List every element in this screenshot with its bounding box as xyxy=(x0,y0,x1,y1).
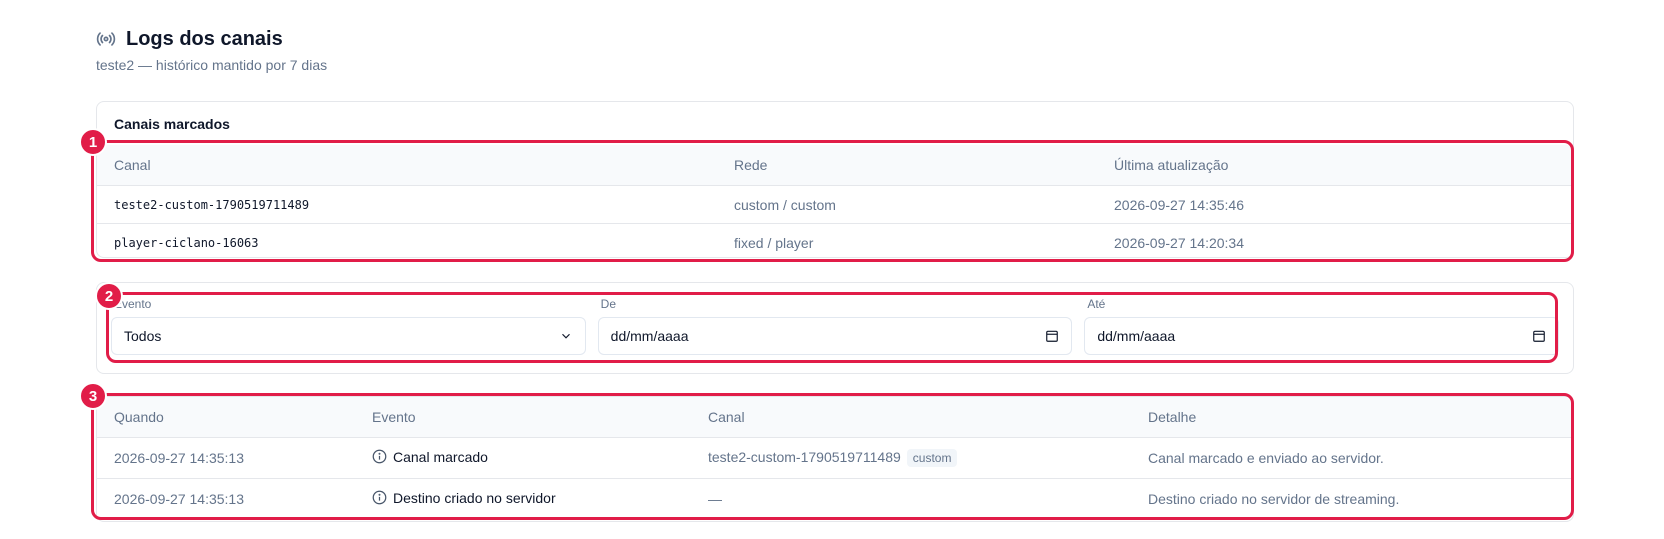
logs-table: Quando Evento Canal Detalhe 2026-09-27 1… xyxy=(97,397,1573,519)
column-header-canal: Canal xyxy=(114,157,151,173)
log-when: 2026-09-27 14:35:13 xyxy=(114,450,244,466)
channel-network: fixed / player xyxy=(734,234,814,251)
broadcast-icon xyxy=(96,29,116,49)
event-select[interactable]: Todos xyxy=(111,317,586,355)
table-row: 2026-09-27 14:35:13 Canal marcado teste2… xyxy=(97,438,1573,479)
info-icon xyxy=(372,490,387,505)
log-detail: Canal marcado e enviado ao servidor. xyxy=(1148,450,1384,466)
marked-channels-table: Canal Rede Última atualização teste2-cus… xyxy=(97,145,1573,261)
log-channel: teste2-custom-1790519711489 custom xyxy=(691,449,1131,467)
from-date-input[interactable]: dd/mm/aaaa xyxy=(597,317,1073,355)
channel-name: teste2-custom-1790519711489 xyxy=(114,197,310,212)
to-date-label: Até xyxy=(1087,297,1106,311)
event-filter-label: Evento xyxy=(114,297,152,311)
column-header-quando: Quando xyxy=(114,409,164,425)
column-header-evento: Evento xyxy=(372,409,416,425)
from-date-filter: De dd/mm/aaaa xyxy=(597,295,1073,363)
marked-channels-card: Canais marcados Canal Rede Última atuali… xyxy=(96,101,1574,258)
filters-row: Evento Todos De dd/mm/aaaa Até dd/mm/aaa… xyxy=(111,295,1560,363)
column-header-canal: Canal xyxy=(708,409,745,425)
to-date-filter: Até dd/mm/aaaa xyxy=(1084,295,1560,363)
logs-card: Quando Evento Canal Detalhe 2026-09-27 1… xyxy=(96,396,1574,522)
network-chip: custom xyxy=(906,449,958,467)
calendar-icon[interactable] xyxy=(1532,329,1546,343)
to-date-placeholder: dd/mm/aaaa xyxy=(1097,328,1176,344)
table-row: 2026-09-27 14:35:13 Destino criado no se… xyxy=(97,479,1573,519)
event-filter: Evento Todos xyxy=(111,295,586,363)
marked-channels-title: Canais marcados xyxy=(114,116,230,132)
annotation-badge-1: 1 xyxy=(79,128,107,156)
channel-updated: 2026-09-27 14:35:46 xyxy=(1114,196,1244,213)
column-header-detalhe: Detalhe xyxy=(1148,409,1197,425)
from-date-label: De xyxy=(600,297,617,311)
log-event-label: Destino criado no servidor xyxy=(393,489,556,506)
info-icon xyxy=(372,449,387,464)
column-header-ultima-atualizacao: Última atualização xyxy=(1114,157,1229,173)
column-header-rede: Rede xyxy=(734,157,768,173)
table-header: Canal Rede Última atualização xyxy=(97,145,1573,186)
channel-network: custom / custom xyxy=(734,196,836,213)
log-event: Canal marcado xyxy=(355,449,691,468)
channel-updated: 2026-09-27 14:20:34 xyxy=(1114,234,1244,251)
to-date-input[interactable]: dd/mm/aaaa xyxy=(1084,317,1560,355)
calendar-icon[interactable] xyxy=(1045,329,1059,343)
from-date-placeholder: dd/mm/aaaa xyxy=(610,328,689,344)
log-event-label: Canal marcado xyxy=(393,448,488,465)
page-title: Logs dos canais xyxy=(126,27,283,50)
chevron-down-icon xyxy=(559,329,573,343)
page-header: Logs dos canais xyxy=(96,24,283,54)
annotation-badge-2: 2 xyxy=(95,282,123,310)
log-when: 2026-09-27 14:35:13 xyxy=(114,491,244,507)
log-channel-name: teste2-custom-1790519711489 xyxy=(708,449,901,465)
log-detail: Destino criado no servidor de streaming. xyxy=(1148,491,1400,507)
log-event: Destino criado no servidor xyxy=(355,490,691,509)
filters-card: Evento Todos De dd/mm/aaaa Até dd/mm/aaa… xyxy=(96,282,1574,374)
annotation-badge-3: 3 xyxy=(79,382,107,410)
table-header: Quando Evento Canal Detalhe xyxy=(97,397,1573,438)
table-row: teste2-custom-1790519711489 custom / cus… xyxy=(97,186,1573,224)
channel-name: player-ciclano-16063 xyxy=(114,235,259,250)
event-select-value: Todos xyxy=(124,328,162,344)
log-channel: — xyxy=(708,491,722,507)
page-subtitle: teste2 — histórico mantido por 7 dias xyxy=(96,57,328,73)
table-row: player-ciclano-16063 fixed / player 2026… xyxy=(97,224,1573,261)
